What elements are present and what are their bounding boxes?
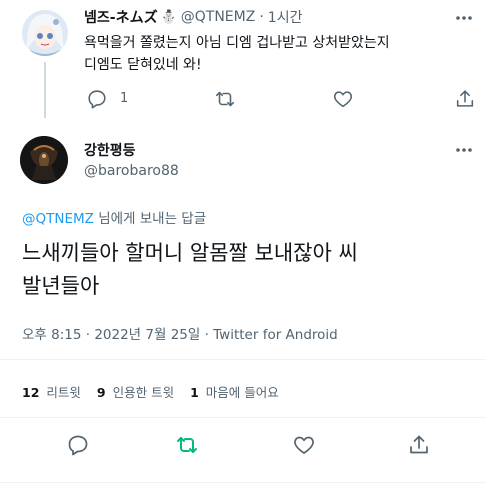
likes-stat[interactable]: 1 마음에 들어요 [190, 382, 279, 401]
avatar-barobaro88[interactable] [20, 136, 68, 184]
engagement-stats: 12 리트윗 9 인용한 트윗 1 마음에 들어요 [22, 382, 279, 401]
main-handle[interactable]: @barobaro88 [84, 163, 179, 179]
retweet-icon[interactable] [214, 88, 236, 110]
replying-to-line: @QTNEMZ 님에게 보내는 답글 [22, 207, 206, 227]
reply-icon[interactable] [66, 433, 90, 457]
reply-to-tweet-header: 넴즈-ネムズ ⛄ @QTNEMZ · 1시간 [84, 6, 302, 28]
more-icon[interactable] [454, 8, 474, 28]
main-tweet-text: 느새끼들아 할머니 알몸짤 보내잖아 씨 발년들아 [22, 237, 358, 303]
reply-to-display-name[interactable]: 넴즈-ネムズ [84, 7, 158, 27]
replying-to-label: 님에게 보내는 답글 [93, 211, 207, 227]
main-text-line-2: 발년들아 [22, 274, 100, 298]
header-separator: · [259, 9, 264, 25]
likes-count: 1 [190, 385, 199, 400]
divider-bottom [0, 417, 486, 418]
like-icon[interactable] [332, 88, 354, 110]
share-icon[interactable] [407, 433, 431, 457]
likes-label: 마음에 들어요 [205, 385, 279, 400]
retweets-stat[interactable]: 12 리트윗 [22, 382, 81, 401]
quotes-stat[interactable]: 9 인용한 트윗 [97, 382, 174, 401]
like-icon[interactable] [292, 433, 316, 457]
tweet-timestamp[interactable]: 오후 8:15 · 2022년 7월 25일 · Twitter for And… [22, 323, 338, 343]
quotes-label: 인용한 트윗 [112, 385, 175, 400]
main-display-name[interactable]: 강한평등 [84, 140, 136, 160]
main-text-line-1: 느새끼들아 할머니 알몸짤 보내잖아 씨 [22, 241, 358, 265]
reply-icon[interactable] [86, 88, 108, 110]
reply-to-handle[interactable]: @QTNEMZ [181, 9, 256, 25]
reply-to-text-line-1: 욕먹을거 쫄렸는지 아님 디엠 겁나받고 상처받았는지 [84, 35, 390, 51]
retweets-count: 12 [22, 385, 40, 400]
share-icon[interactable] [454, 88, 476, 110]
retweet-icon[interactable] [175, 433, 199, 457]
more-icon[interactable] [454, 140, 474, 160]
quotes-count: 9 [96, 385, 106, 400]
reply-to-tweet-text: 욕먹을거 쫄렸는지 아님 디엠 겁나받고 상처받았는지 디엠도 닫혀있네 와! [84, 32, 390, 76]
divider-end [0, 482, 486, 483]
reply-to-time[interactable]: 1시간 [268, 7, 303, 27]
replying-to-handle-link[interactable]: @QTNEMZ [22, 211, 94, 227]
avatar-qtnemz[interactable] [22, 10, 68, 56]
divider-top [0, 359, 486, 360]
retweets-label: 리트윗 [46, 385, 81, 400]
reply-to-text-line-2: 디엠도 닫혀있네 와! [84, 57, 202, 73]
name-emoji-icon: ⛄ [160, 9, 177, 25]
thread-connector-line [44, 62, 46, 118]
reply-count: 1 [120, 91, 129, 106]
